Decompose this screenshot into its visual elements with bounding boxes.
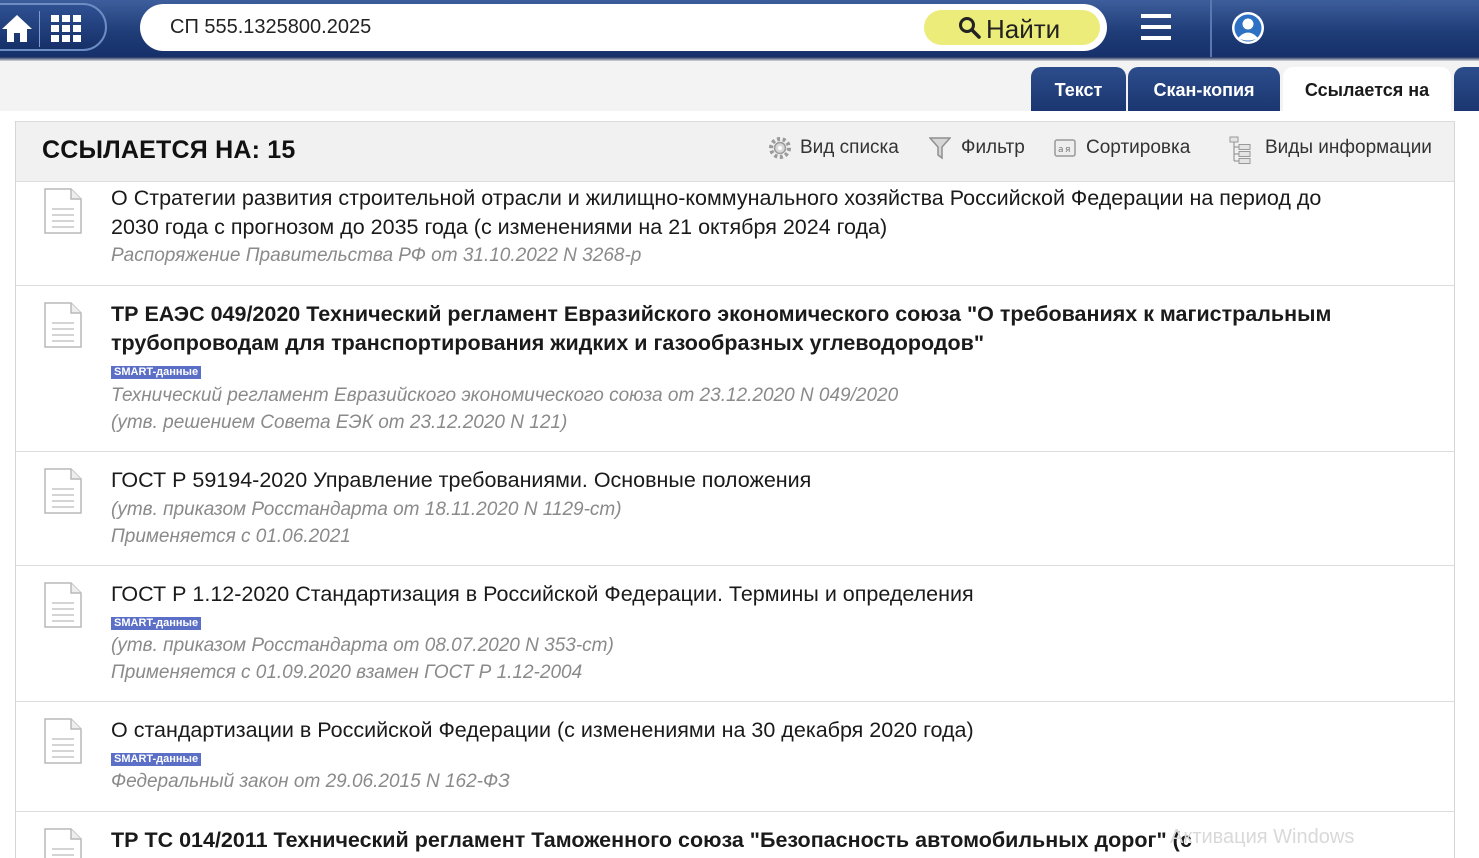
filter-icon — [929, 137, 951, 160]
list-view-label: Вид списка — [800, 137, 899, 158]
document-icon — [44, 828, 82, 858]
search-input[interactable] — [170, 12, 910, 42]
tree-list-icon — [1229, 136, 1251, 164]
tab-text-label: Текст — [1054, 80, 1103, 100]
document-title-link[interactable]: ГОСТ Р 1.12-2020 Стандартизация в Россий… — [111, 580, 1371, 609]
tab-scan-copy-label: Скан-копия — [1153, 80, 1255, 100]
home-button[interactable] — [0, 13, 34, 45]
info-types-button[interactable]: Виды информации — [1228, 136, 1438, 164]
list-item[interactable]: О Стратегии развития строительной отрасл… — [16, 182, 1454, 286]
document-title-link[interactable]: ГОСТ Р 59194-2020 Управление требованиям… — [111, 466, 1371, 495]
document-icon — [44, 188, 82, 234]
home-icon — [2, 15, 32, 42]
document-meta: (утв. приказом Росстандарта от 18.11.202… — [111, 499, 622, 520]
tab-text[interactable]: Текст — [1031, 67, 1126, 111]
nav-divider — [39, 11, 40, 47]
panel-header: ССЫЛАЕТСЯ НА: 15 Вид списка Фильтр a я С… — [16, 121, 1454, 182]
list-item[interactable]: О стандартизации в Российской Федерации … — [16, 702, 1454, 812]
document-tabs: Текст Скан-копия Ссылается на — [0, 61, 1479, 111]
list-view-button[interactable]: Вид списка — [768, 136, 908, 162]
sort-button[interactable]: a я Сортировка — [1053, 136, 1198, 162]
filter-button[interactable]: Фильтр — [929, 136, 1044, 162]
document-meta: (утв. решением Совета ЕЭК от 23.12.2020 … — [111, 412, 568, 433]
user-profile-button[interactable] — [1230, 10, 1266, 46]
list-item[interactable]: ГОСТ Р 59194-2020 Управление требованиям… — [16, 452, 1454, 566]
grid-icon — [51, 15, 81, 42]
gear-icon — [769, 137, 791, 159]
filter-label: Фильтр — [961, 137, 1025, 158]
svg-text:я: я — [1065, 145, 1070, 155]
document-meta: (утв. приказом Росстандарта от 08.07.202… — [111, 635, 614, 656]
tab-more[interactable] — [1454, 67, 1479, 111]
document-icon — [44, 718, 82, 764]
smart-data-badge[interactable]: SMART-данные — [111, 366, 202, 379]
tab-references[interactable]: Ссылается на — [1283, 67, 1451, 111]
document-icon — [44, 468, 82, 514]
document-meta: Применяется с 01.09.2020 взамен ГОСТ Р 1… — [111, 662, 583, 683]
hamburger-icon — [1141, 14, 1171, 40]
document-icon — [44, 302, 82, 348]
document-icon — [44, 582, 82, 628]
list-item[interactable]: ТР ЕАЭС 049/2020 Технический регламент Е… — [16, 286, 1454, 452]
list-item[interactable]: ГОСТ Р 1.12-2020 Стандартизация в Россий… — [16, 566, 1454, 702]
user-icon — [1232, 12, 1264, 44]
smart-data-badge[interactable]: SMART-данные — [111, 617, 202, 630]
document-meta: Применяется с 01.06.2021 — [111, 526, 351, 547]
document-title-link[interactable]: О стандартизации в Российской Федерации … — [111, 716, 1371, 745]
search-button[interactable]: Найти — [924, 10, 1100, 45]
info-types-label: Виды информации — [1265, 137, 1432, 158]
document-title-link[interactable]: О Стратегии развития строительной отрасл… — [111, 184, 1371, 242]
document-meta: Технический регламент Евразийского эконо… — [111, 385, 899, 406]
tab-references-label: Ссылается на — [1304, 80, 1430, 100]
windows-activation-watermark: Активация Windows — [1170, 826, 1355, 848]
apps-button[interactable] — [49, 14, 83, 44]
smart-data-badge[interactable]: SMART-данные — [111, 753, 202, 766]
references-panel: ССЫЛАЕТСЯ НА: 15 Вид списка Фильтр a я С… — [15, 121, 1455, 858]
svg-text:a: a — [1058, 145, 1064, 155]
panel-title: ССЫЛАЕТСЯ НА: 15 — [42, 136, 296, 164]
sort-icon: a я — [1054, 139, 1076, 157]
tab-scan-copy[interactable]: Скан-копия — [1128, 67, 1280, 111]
document-meta: Федеральный закон от 29.06.2015 N 162-ФЗ — [111, 771, 510, 792]
top-toolbar: Найти — [0, 0, 1479, 57]
document-meta: Распоряжение Правительства РФ от 31.10.2… — [111, 245, 642, 266]
search-icon — [959, 17, 981, 39]
search-box: Найти — [140, 4, 1107, 51]
sort-label: Сортировка — [1086, 137, 1191, 158]
document-title-link[interactable]: ТР ЕАЭС 049/2020 Технический регламент Е… — [111, 300, 1371, 358]
menu-button[interactable] — [1139, 12, 1173, 42]
toolbar-divider — [1210, 0, 1212, 57]
search-button-label: Найти — [986, 14, 1061, 44]
nav-button-group — [0, 3, 107, 51]
